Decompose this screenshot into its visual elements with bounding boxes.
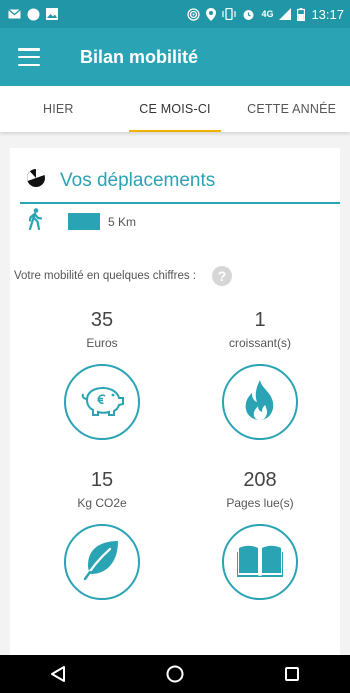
- help-icon[interactable]: ?: [211, 266, 232, 286]
- walking-legend-swatch: [68, 213, 100, 230]
- stat-label: Pages lue(s): [226, 496, 294, 510]
- leaf-icon: [82, 539, 122, 586]
- stat-value: 208: [243, 469, 277, 491]
- tab-ce-mois-ci[interactable]: CE MOIS-CI: [117, 86, 234, 132]
- network-type: 4G: [261, 9, 274, 19]
- screen: 4G 13:17 Bilan mobilité HIER CE MOIS-CI …: [0, 0, 350, 693]
- tab-hier[interactable]: HIER: [0, 86, 117, 132]
- stat-value: 1: [254, 309, 266, 331]
- travel-section-title: Vos déplacements: [60, 169, 216, 191]
- location-icon: [206, 7, 217, 21]
- tab-bar: HIER CE MOIS-CI CETTE ANNÉE: [0, 86, 350, 132]
- flame-icon: [243, 379, 277, 426]
- tab-cette-annee[interactable]: CETTE ANNÉE: [233, 86, 350, 132]
- pie-chart-icon: [26, 168, 46, 193]
- hotspot-icon: [187, 7, 201, 21]
- navigation-bar: [0, 655, 350, 693]
- stat-badge: [222, 524, 298, 600]
- stat-label: croissant(s): [228, 336, 291, 350]
- clock: 13:17: [311, 6, 344, 22]
- image-notification-icon: [46, 8, 58, 20]
- walking-person-icon: [28, 208, 43, 235]
- stat-badge: [64, 524, 140, 600]
- alarm-icon: [242, 8, 255, 21]
- app-title: Bilan mobilité: [80, 46, 199, 67]
- vibrate-icon: [222, 8, 237, 20]
- stat-euros: 35 Euros: [32, 308, 172, 440]
- battery-icon: [297, 7, 306, 21]
- mail-icon: [8, 9, 21, 19]
- app-bar: Bilan mobilité: [0, 28, 350, 86]
- open-book-icon: [236, 543, 284, 582]
- stat-value: 35: [90, 309, 114, 331]
- back-triangle-icon: [51, 666, 66, 682]
- stat-croissants: 1 croissant(s): [190, 308, 330, 440]
- signal-icon: [279, 8, 292, 20]
- back-button[interactable]: [38, 655, 78, 693]
- stat-badge: [222, 364, 298, 440]
- stat-badge: [64, 364, 140, 440]
- stat-value: 15: [90, 469, 114, 491]
- travel-legend: 5 Km: [28, 208, 136, 235]
- piggy-bank-euro-icon: [79, 383, 125, 422]
- status-bar: 4G 13:17: [0, 0, 350, 28]
- section-divider: [20, 202, 340, 204]
- home-circle-icon: [166, 665, 184, 683]
- stat-label: Euros: [86, 336, 118, 350]
- stat-co2: 15 Kg CO2e: [32, 468, 172, 600]
- circle-notification-icon: [27, 8, 40, 21]
- recents-square-icon: [284, 667, 299, 681]
- stat-label: Kg CO2e: [77, 496, 127, 510]
- travel-section-header: Vos déplacements: [26, 168, 215, 193]
- home-button[interactable]: [155, 655, 195, 693]
- mobility-card: Vos déplacements 5 Km Votre mobilité en …: [10, 148, 340, 655]
- stats-intro-text: Votre mobilité en quelques chiffres :: [14, 270, 196, 282]
- stat-pages: 208 Pages lue(s): [190, 468, 330, 600]
- walking-distance: 5 Km: [108, 214, 137, 229]
- stats-intro-row: Votre mobilité en quelques chiffres : ?: [6, 266, 232, 286]
- content-area: Vos déplacements 5 Km Votre mobilité en …: [0, 132, 350, 655]
- recents-button[interactable]: [272, 655, 312, 693]
- hamburger-menu-icon[interactable]: [18, 48, 40, 66]
